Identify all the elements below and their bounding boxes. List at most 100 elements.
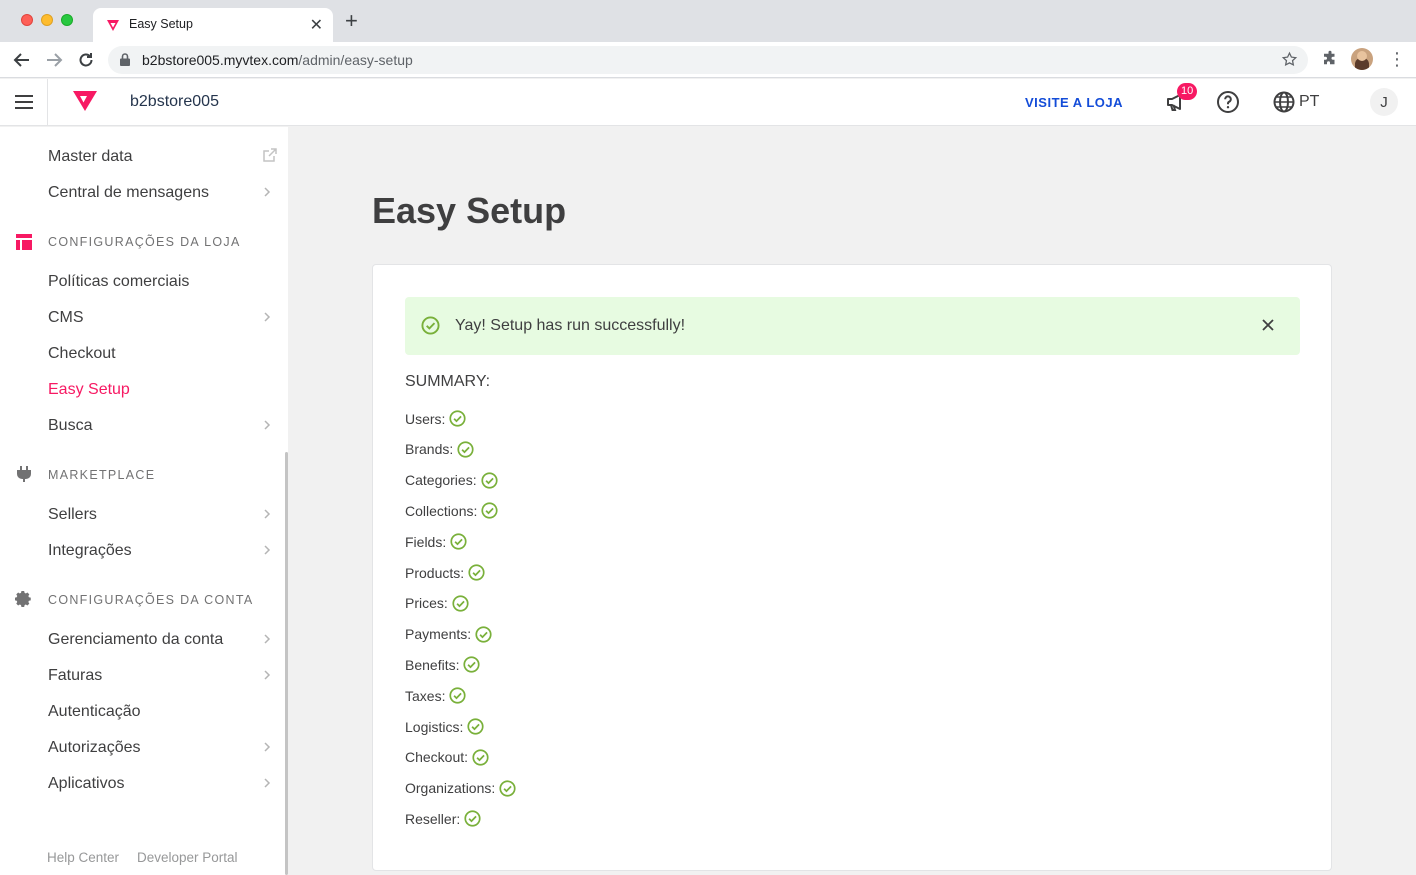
sidebar-item-cms[interactable]: CMS xyxy=(48,309,84,327)
check-circle-icon xyxy=(450,533,467,550)
summary-row: Products: xyxy=(405,564,485,581)
sidebar-item-busca[interactable]: Busca xyxy=(48,417,92,435)
check-circle-icon xyxy=(449,410,467,427)
profile-avatar[interactable] xyxy=(1351,48,1373,70)
tab-title: Easy Setup xyxy=(129,17,193,31)
check-circle-icon xyxy=(475,626,492,643)
chevron-right-icon xyxy=(264,742,271,752)
developer-portal-link[interactable]: Developer Portal xyxy=(137,850,238,865)
summary-row: Logistics: xyxy=(405,718,484,735)
gear-icon xyxy=(15,591,31,607)
sidebar-item-autorizacoes[interactable]: Autorizações xyxy=(48,739,141,757)
check-circle-icon xyxy=(421,316,440,335)
sidebar-item-central-mensagens[interactable]: Central de mensagens xyxy=(48,184,209,202)
arrow-right-icon xyxy=(47,53,63,67)
sidebar-item-integracoes[interactable]: Integrações xyxy=(48,542,132,560)
menu-button[interactable] xyxy=(0,79,48,125)
summary-label: Logistics: xyxy=(405,718,464,735)
reload-icon xyxy=(79,53,93,67)
url-text: b2bstore005.myvtex.com/admin/easy-setup xyxy=(142,52,413,68)
section-marketplace: MARKETPLACE xyxy=(48,468,156,482)
setup-result-card: Yay! Setup has run successfully! SUMMARY… xyxy=(372,264,1332,871)
summary-label: Users: xyxy=(405,410,446,427)
forward-button[interactable] xyxy=(42,48,66,72)
visit-store-link[interactable]: VISITE A LOJA xyxy=(1025,95,1123,110)
extensions-puzzle-icon[interactable] xyxy=(1321,50,1339,68)
summary-row: Fields: xyxy=(405,533,467,550)
chevron-right-icon xyxy=(264,778,271,788)
section-store-settings: CONFIGURAÇÕES DA LOJA xyxy=(48,235,241,249)
external-link-icon[interactable] xyxy=(262,147,278,163)
summary-row: Checkout: xyxy=(405,749,489,766)
sidebar: Master data Central de mensagens CONFIGU… xyxy=(0,127,288,875)
check-circle-icon xyxy=(481,502,498,519)
summary-row: Categories: xyxy=(405,472,498,489)
check-circle-icon xyxy=(457,441,474,458)
minimize-window-button[interactable] xyxy=(41,14,53,26)
store-layout-icon xyxy=(16,234,32,250)
sidebar-item-politicas-comerciais[interactable]: Políticas comerciais xyxy=(48,273,189,291)
summary-label: Benefits: xyxy=(405,656,460,673)
close-window-button[interactable] xyxy=(21,14,33,26)
new-tab-button[interactable]: + xyxy=(345,10,358,32)
user-avatar[interactable]: J xyxy=(1370,88,1398,116)
bookmark-star-icon[interactable] xyxy=(1281,51,1298,68)
chevron-right-icon xyxy=(264,670,271,680)
user-initial: J xyxy=(1380,93,1388,111)
language-selector[interactable]: PT xyxy=(1299,93,1319,111)
summary-label: Categories: xyxy=(405,472,477,489)
vtex-favicon-icon xyxy=(107,20,119,31)
sidebar-item-autenticacao[interactable]: Autenticação xyxy=(48,703,141,721)
summary-label: Brands: xyxy=(405,441,454,458)
summary-row: Brands: xyxy=(405,441,474,458)
summary-label: Products: xyxy=(405,564,465,581)
check-circle-icon xyxy=(481,472,498,489)
summary-label: Prices: xyxy=(405,595,448,612)
summary-label: Taxes: xyxy=(405,687,446,704)
help-icon[interactable] xyxy=(1216,90,1240,114)
back-button[interactable] xyxy=(10,48,34,72)
chevron-right-icon xyxy=(264,634,271,644)
summary-row: Organizations: xyxy=(405,780,516,797)
sidebar-item-sellers[interactable]: Sellers xyxy=(48,506,97,524)
chevron-right-icon xyxy=(264,545,271,555)
chevron-right-icon xyxy=(264,187,271,197)
lock-icon xyxy=(120,53,130,66)
sidebar-item-easy-setup[interactable]: Easy Setup xyxy=(48,381,130,399)
check-circle-icon xyxy=(452,595,469,612)
chevron-right-icon xyxy=(264,509,271,519)
reload-button[interactable] xyxy=(74,48,98,72)
check-circle-icon xyxy=(499,780,516,797)
address-bar[interactable]: b2bstore005.myvtex.com/admin/easy-setup xyxy=(108,46,1308,74)
globe-icon[interactable] xyxy=(1272,90,1296,114)
sidebar-item-aplicativos[interactable]: Aplicativos xyxy=(48,775,124,793)
summary-label: Organizations: xyxy=(405,780,496,797)
sidebar-item-gerenciamento-conta[interactable]: Gerenciamento da conta xyxy=(48,631,223,649)
maximize-window-button[interactable] xyxy=(61,14,73,26)
more-vertical-icon[interactable]: ⋮ xyxy=(1388,48,1406,70)
notification-badge: 10 xyxy=(1177,83,1198,100)
url-path: /admin/easy-setup xyxy=(298,52,413,68)
sidebar-item-checkout[interactable]: Checkout xyxy=(48,345,116,363)
plug-icon xyxy=(17,466,31,482)
sidebar-item-faturas[interactable]: Faturas xyxy=(48,667,102,685)
check-circle-icon xyxy=(472,749,489,766)
check-circle-icon xyxy=(464,810,481,827)
summary-row: Users: xyxy=(405,410,467,427)
admin-header: b2bstore005 VISITE A LOJA 10 PT J xyxy=(0,79,1416,126)
check-circle-icon xyxy=(449,687,467,704)
browser-tab[interactable]: Easy Setup ✕ xyxy=(93,8,333,42)
vtex-logo-icon[interactable] xyxy=(72,90,98,112)
hamburger-icon xyxy=(14,95,33,109)
summary-title: SUMMARY: xyxy=(405,373,491,390)
close-icon[interactable] xyxy=(1262,319,1274,331)
tab-close-icon[interactable]: ✕ xyxy=(310,15,323,35)
summary-label: Reseller: xyxy=(405,810,461,827)
summary-row: Prices: xyxy=(405,595,469,612)
summary-row: Taxes: xyxy=(405,687,467,704)
help-center-link[interactable]: Help Center xyxy=(47,850,119,865)
sidebar-scrollbar[interactable] xyxy=(285,452,288,875)
arrow-left-icon xyxy=(13,53,29,67)
sidebar-item-master-data[interactable]: Master data xyxy=(48,148,132,166)
success-alert: Yay! Setup has run successfully! xyxy=(405,297,1300,355)
